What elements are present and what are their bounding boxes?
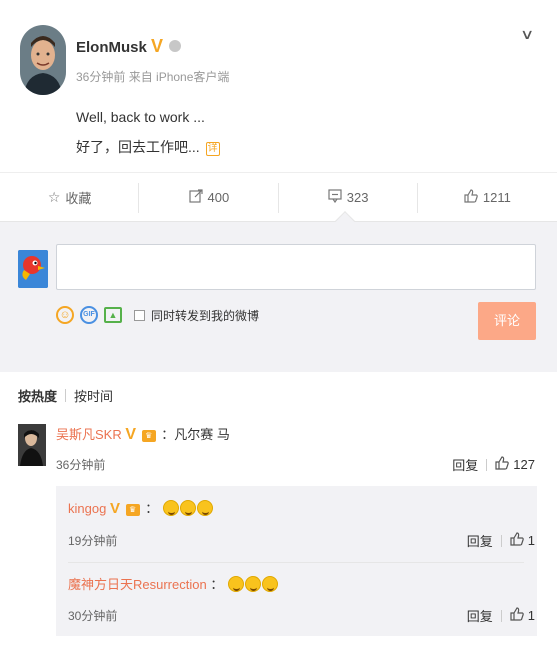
reply-divider [68, 562, 524, 563]
comment-icon [328, 188, 342, 206]
reply-like-count: 1 [527, 608, 535, 623]
post-text-en: Well, back to work ... [76, 109, 205, 125]
favorite-label: 收藏 [65, 190, 92, 206]
reply-text: ： [145, 501, 159, 516]
post-time[interactable]: 36分钟前 [76, 70, 125, 84]
laugh-emoji-icon [261, 576, 278, 592]
emoji-icon[interactable]: ☺ [56, 306, 74, 324]
gif-icon[interactable]: GIF [80, 306, 98, 324]
thumbs-up-icon[interactable] [495, 456, 510, 473]
reply-button[interactable]: 回复 [467, 606, 493, 625]
chevron-down-icon[interactable]: ∨ [520, 26, 534, 43]
comment-time: 36分钟前 [56, 458, 106, 472]
comment-like-count: 127 [513, 457, 535, 472]
reply-username[interactable]: kingog [68, 501, 106, 516]
repost-checkbox-label[interactable]: 同时转发到我的微博 [151, 307, 259, 324]
thumbs-up-icon[interactable] [510, 532, 524, 549]
verified-badge-icon: V [109, 500, 120, 517]
reply-text: ： [210, 577, 224, 592]
commenter-avatar[interactable] [18, 424, 46, 466]
comment-count: 323 [346, 189, 369, 205]
like-count: 1211 [482, 189, 511, 205]
tab-sort-hot[interactable]: 按热度 [18, 386, 57, 405]
comment-username[interactable]: 吴斯凡SKR [56, 427, 122, 442]
reply-like-count: 1 [527, 533, 535, 548]
laugh-emoji-icon [244, 576, 261, 592]
vip-badge-icon: ♛ [125, 504, 140, 516]
comment-actions: 回复 127 [452, 455, 535, 474]
tab-divider [65, 389, 67, 402]
action-divider [486, 458, 488, 471]
action-divider [500, 534, 502, 547]
laugh-emoji-icon [227, 576, 244, 592]
thumbs-up-icon [464, 188, 478, 206]
expand-translation-button[interactable]: 详 [205, 142, 220, 156]
reply-time: 30分钟前 [68, 609, 118, 623]
post-body: Well, back to work ... 好了，回去工作吧... 详 [76, 102, 220, 162]
tab-sort-time[interactable]: 按时间 [74, 386, 113, 405]
composer-tools: ☺ GIF ▲ 同时转发到我的微博 [56, 306, 259, 324]
verified-badge-icon: V [151, 36, 164, 56]
star-icon: ☆ [47, 188, 61, 205]
submit-comment-button[interactable]: 评论 [478, 302, 536, 340]
reply-username[interactable]: 魔神方日天Resurrection [68, 577, 207, 592]
verified-badge-icon: V [125, 426, 137, 443]
repost-count: 400 [207, 189, 230, 205]
grin-emoji-icon [179, 500, 196, 516]
action-bar: ☆ 收藏 400 323 1211 [0, 172, 557, 222]
grin-emoji-icon [162, 500, 179, 516]
post-text-zh: 好了，回去工作吧... [76, 139, 200, 155]
like-button[interactable]: 1211 [418, 173, 557, 221]
favorite-button[interactable]: ☆ 收藏 [0, 173, 140, 221]
reply-actions: 回复 1 [467, 606, 535, 625]
author-avatar[interactable] [20, 25, 66, 95]
repost-checkbox[interactable] [134, 309, 145, 321]
comment-input[interactable] [56, 244, 536, 290]
post-text-zh-row: 好了，回去工作吧... 详 [76, 132, 220, 162]
my-avatar[interactable] [18, 250, 48, 288]
vip-badge-icon: ♛ [141, 430, 156, 442]
reply-button[interactable]: 回复 [467, 531, 493, 550]
sort-tabs: 按热度 按时间 [18, 386, 113, 405]
thumbs-up-icon[interactable] [510, 607, 524, 624]
reply-button[interactable]: 回复 [452, 455, 478, 474]
repost-button[interactable]: 400 [139, 173, 279, 221]
image-icon[interactable]: ▲ [104, 307, 122, 323]
reply-header: kingog V ♛ ： [68, 498, 213, 517]
grin-emoji-icon [196, 500, 213, 516]
reply-actions: 回复 1 [467, 531, 535, 550]
post-source: 来自 iPhone客户端 [128, 70, 230, 84]
repost-icon [188, 188, 203, 206]
author-name[interactable]: ElonMusk [76, 39, 147, 56]
post-meta: 36分钟前 来自 iPhone客户端 [76, 68, 229, 85]
action-divider [500, 609, 502, 622]
vip-medal-icon [169, 40, 182, 52]
comment-header: 吴斯凡SKR V ♛ ：凡尔赛 马 [56, 424, 230, 444]
reply-header: 魔神方日天Resurrection ： [68, 574, 278, 593]
author-name-row: ElonMusk V [76, 36, 182, 57]
reply-time: 19分钟前 [68, 534, 118, 548]
comment-text: ：凡尔赛 马 [161, 427, 230, 442]
